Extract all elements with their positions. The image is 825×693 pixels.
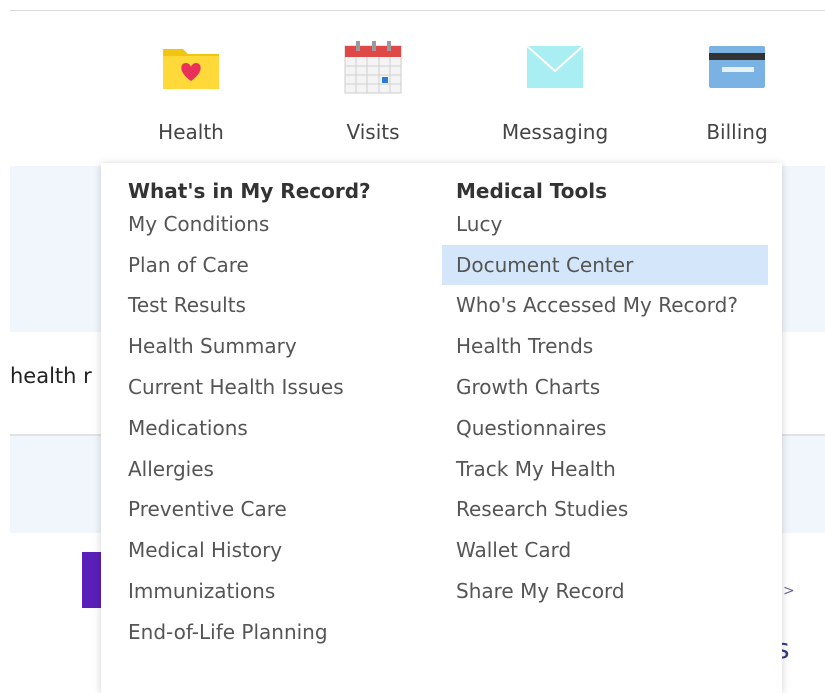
menu-item-track-my-health[interactable]: Track My Health bbox=[442, 449, 768, 490]
menu-item-research-studies[interactable]: Research Studies bbox=[442, 489, 768, 530]
menu-column-tools: Medical Tools Lucy Document Center Who's… bbox=[442, 163, 768, 612]
background-text: health r bbox=[10, 364, 92, 388]
envelope-icon bbox=[480, 36, 630, 98]
background-arrow: > bbox=[783, 583, 795, 599]
menu-item-immunizations[interactable]: Immunizations bbox=[119, 571, 429, 612]
nav-health[interactable]: Health bbox=[116, 36, 266, 144]
nav-label-messaging: Messaging bbox=[501, 120, 609, 144]
menu-item-growth-charts[interactable]: Growth Charts bbox=[442, 367, 768, 408]
menu-item-current-health-issues[interactable]: Current Health Issues bbox=[119, 367, 429, 408]
menu-heading-tools: Medical Tools bbox=[456, 179, 608, 203]
nav-label-billing: Billing bbox=[706, 120, 768, 144]
top-divider bbox=[10, 10, 825, 11]
nav-billing[interactable]: Billing bbox=[662, 36, 812, 144]
menu-item-medications[interactable]: Medications bbox=[119, 408, 429, 449]
menu-item-medical-history[interactable]: Medical History bbox=[119, 530, 429, 571]
menu-item-test-results[interactable]: Test Results bbox=[119, 285, 429, 326]
menu-item-plan-of-care[interactable]: Plan of Care bbox=[119, 245, 429, 286]
menu-item-wallet-card[interactable]: Wallet Card bbox=[442, 530, 768, 571]
menu-item-lucy[interactable]: Lucy bbox=[442, 204, 768, 245]
menu-item-end-of-life-planning[interactable]: End-of-Life Planning bbox=[119, 612, 429, 653]
credit-card-icon bbox=[662, 36, 812, 98]
menu-item-my-conditions[interactable]: My Conditions bbox=[119, 204, 429, 245]
nav-label-visits: Visits bbox=[346, 120, 400, 144]
nav-visits[interactable]: Visits bbox=[298, 36, 448, 144]
menu-item-whos-accessed[interactable]: Who's Accessed My Record? bbox=[442, 285, 768, 326]
health-dropdown-menu: What's in My Record? My Conditions Plan … bbox=[101, 163, 782, 693]
menu-item-share-my-record[interactable]: Share My Record bbox=[442, 571, 768, 612]
menu-column-record: What's in My Record? My Conditions Plan … bbox=[119, 163, 429, 653]
menu-item-health-trends[interactable]: Health Trends bbox=[442, 326, 768, 367]
menu-item-document-center[interactable]: Document Center bbox=[442, 244, 768, 286]
menu-item-allergies[interactable]: Allergies bbox=[119, 449, 429, 490]
menu-item-questionnaires[interactable]: Questionnaires bbox=[442, 408, 768, 449]
calendar-icon bbox=[298, 36, 448, 98]
menu-item-preventive-care[interactable]: Preventive Care bbox=[119, 489, 429, 530]
nav-messaging[interactable]: Messaging bbox=[480, 36, 630, 144]
health-folder-icon bbox=[116, 36, 266, 98]
menu-heading-record: What's in My Record? bbox=[128, 179, 371, 203]
nav-label-health: Health bbox=[158, 120, 224, 144]
menu-item-health-summary[interactable]: Health Summary bbox=[119, 326, 429, 367]
